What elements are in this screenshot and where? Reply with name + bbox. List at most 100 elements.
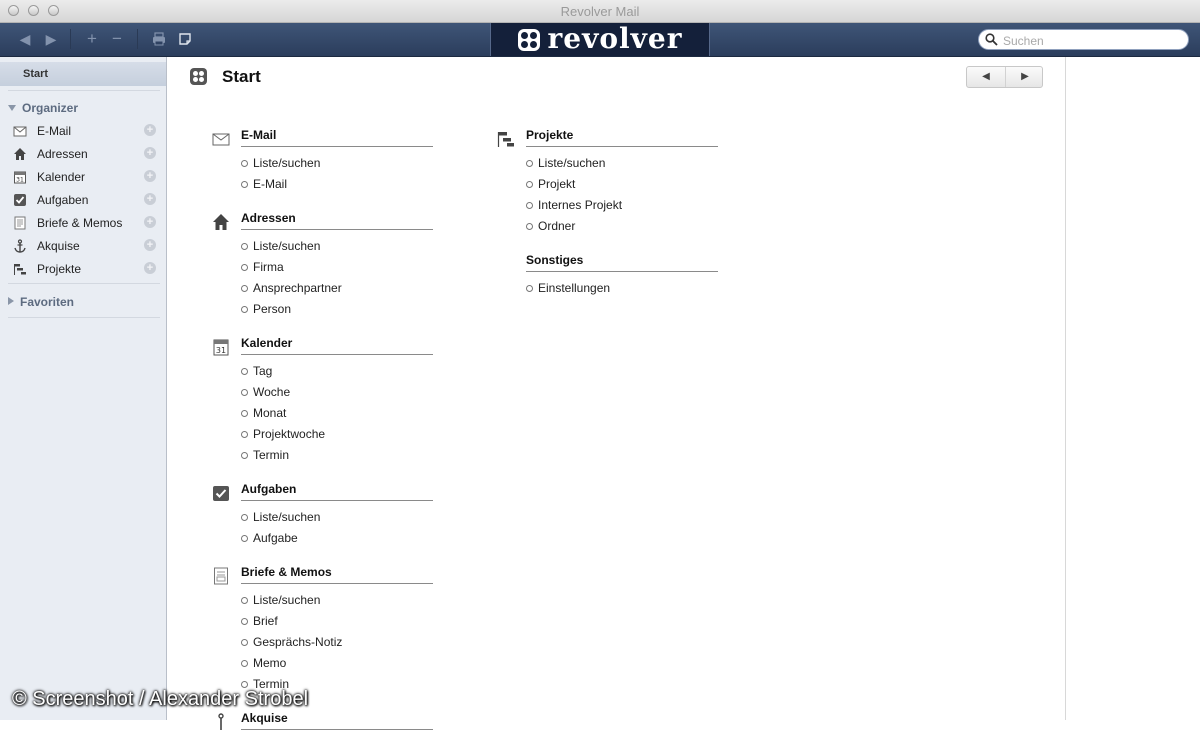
add-aufgaben-icon[interactable]: + xyxy=(144,193,156,205)
printer-icon xyxy=(153,32,165,46)
bullet-icon xyxy=(241,597,248,604)
link-woche[interactable]: Woche xyxy=(241,385,290,399)
house-icon xyxy=(14,148,26,160)
note-button[interactable] xyxy=(176,30,194,48)
sidebar: Start Organizer E-Mail + Adressen + 31 K… xyxy=(0,57,167,720)
add-adressen-icon[interactable]: + xyxy=(144,147,156,159)
sidebar-item-akquise[interactable]: Akquise + xyxy=(10,236,160,256)
calendar-icon: 31 xyxy=(14,171,26,184)
bullet-icon xyxy=(241,514,248,521)
link-ordner[interactable]: Ordner xyxy=(526,219,575,233)
link-email-new[interactable]: E-Mail xyxy=(241,177,287,191)
link-firma[interactable]: Firma xyxy=(241,260,284,274)
sidebar-section-organizer[interactable]: Organizer xyxy=(8,101,78,115)
link-adressen-liste-suchen[interactable]: Liste/suchen xyxy=(241,239,320,253)
bullet-icon xyxy=(241,452,248,459)
bullet-icon xyxy=(241,285,248,292)
link-internes-projekt[interactable]: Internes Projekt xyxy=(526,198,622,212)
copyright-watermark: © Screenshot / Alexander Strobel xyxy=(12,688,309,710)
sidebar-item-kalender[interactable]: 31 Kalender + xyxy=(10,167,160,187)
sidebar-item-aufgaben[interactable]: Aufgaben + xyxy=(10,190,160,210)
print-button[interactable] xyxy=(150,30,168,48)
add-email-icon[interactable]: + xyxy=(144,124,156,136)
link-projektwoche[interactable]: Projektwoche xyxy=(241,427,325,441)
link-einstellungen[interactable]: Einstellungen xyxy=(526,281,610,295)
search-icon xyxy=(985,33,998,46)
link-brief[interactable]: Brief xyxy=(241,614,278,628)
link-person[interactable]: Person xyxy=(241,302,291,316)
bullet-icon xyxy=(241,243,248,250)
search-field[interactable] xyxy=(978,29,1189,50)
bullet-icon xyxy=(241,410,248,417)
revolver-start-icon xyxy=(190,68,207,85)
project-icon xyxy=(497,132,514,147)
window-titlebar: Revolver Mail xyxy=(0,0,1200,23)
add-projekte-icon[interactable]: + xyxy=(144,262,156,274)
link-memo[interactable]: Memo xyxy=(241,656,286,670)
search-input[interactable] xyxy=(1001,32,1185,49)
bullet-icon xyxy=(241,431,248,438)
checkbox-icon xyxy=(14,194,26,206)
page-navigation: ◀ ▶ xyxy=(966,66,1043,88)
bullet-icon xyxy=(526,285,533,292)
add-briefe-memos-icon[interactable]: + xyxy=(144,216,156,228)
group-heading: Briefe & Memos xyxy=(241,565,433,584)
group-heading: E-Mail xyxy=(241,128,433,147)
bullet-icon xyxy=(526,223,533,230)
right-pane xyxy=(1065,57,1200,720)
link-gespraechs-notiz[interactable]: Gesprächs-Notiz xyxy=(241,635,342,649)
project-icon xyxy=(14,264,26,275)
window-title: Revolver Mail xyxy=(560,4,640,19)
previous-page-button[interactable]: ◀ xyxy=(967,67,1005,87)
sidebar-section-favoriten[interactable]: Favoriten xyxy=(8,295,74,309)
link-briefe-liste-suchen[interactable]: Liste/suchen xyxy=(241,593,320,607)
bullet-icon xyxy=(241,660,248,667)
sidebar-item-adressen[interactable]: Adressen + xyxy=(10,144,160,164)
link-monat[interactable]: Monat xyxy=(241,406,286,420)
link-ansprechpartner[interactable]: Ansprechpartner xyxy=(241,281,342,295)
link-email-liste-suchen[interactable]: Liste/suchen xyxy=(241,156,320,170)
add-akquise-icon[interactable]: + xyxy=(144,239,156,251)
bullet-icon xyxy=(241,306,248,313)
link-aufgabe[interactable]: Aufgabe xyxy=(241,531,298,545)
anchor-icon xyxy=(218,713,224,730)
bullet-icon xyxy=(241,160,248,167)
link-projekte-liste-suchen[interactable]: Liste/suchen xyxy=(526,156,605,170)
bullet-icon xyxy=(526,181,533,188)
link-projekt[interactable]: Projekt xyxy=(526,177,575,191)
forward-button[interactable]: ▶ xyxy=(42,30,60,48)
group-heading: Aufgaben xyxy=(241,482,433,501)
bullet-icon xyxy=(526,202,533,209)
add-button[interactable]: + xyxy=(84,30,100,48)
revolver-logo: revolver xyxy=(490,23,710,56)
back-button[interactable]: ◀ xyxy=(16,30,34,48)
bullet-icon xyxy=(241,368,248,375)
remove-button[interactable]: − xyxy=(109,30,125,48)
checkbox-icon xyxy=(213,486,229,501)
document-icon xyxy=(14,216,26,230)
sidebar-item-briefe-memos[interactable]: Briefe & Memos + xyxy=(10,213,160,233)
group-heading: Projekte xyxy=(526,128,718,147)
sidebar-item-start[interactable]: Start xyxy=(0,62,166,86)
bullet-icon xyxy=(241,535,248,542)
page-title: Start xyxy=(222,67,261,86)
next-page-button[interactable]: ▶ xyxy=(1006,67,1044,87)
disclosure-closed-icon xyxy=(8,297,14,305)
link-kalender-termin[interactable]: Termin xyxy=(241,448,289,462)
svg-text:31: 31 xyxy=(16,177,24,184)
bullet-icon xyxy=(526,160,533,167)
svg-text:31: 31 xyxy=(216,346,226,355)
bullet-icon xyxy=(241,639,248,646)
link-aufgaben-liste-suchen[interactable]: Liste/suchen xyxy=(241,510,320,524)
logo-text: revolver xyxy=(547,22,683,55)
bullet-icon xyxy=(241,618,248,625)
link-tag[interactable]: Tag xyxy=(241,364,272,378)
envelope-icon xyxy=(13,126,27,137)
group-heading: Sonstiges xyxy=(526,253,718,272)
toolbar: ◀ ▶ + − revolver xyxy=(0,23,1200,57)
section-label: Organizer xyxy=(22,101,79,115)
bullet-icon xyxy=(241,181,248,188)
sidebar-item-email[interactable]: E-Mail + xyxy=(10,121,160,141)
sidebar-item-projekte[interactable]: Projekte + xyxy=(10,259,160,279)
add-kalender-icon[interactable]: + xyxy=(144,170,156,182)
